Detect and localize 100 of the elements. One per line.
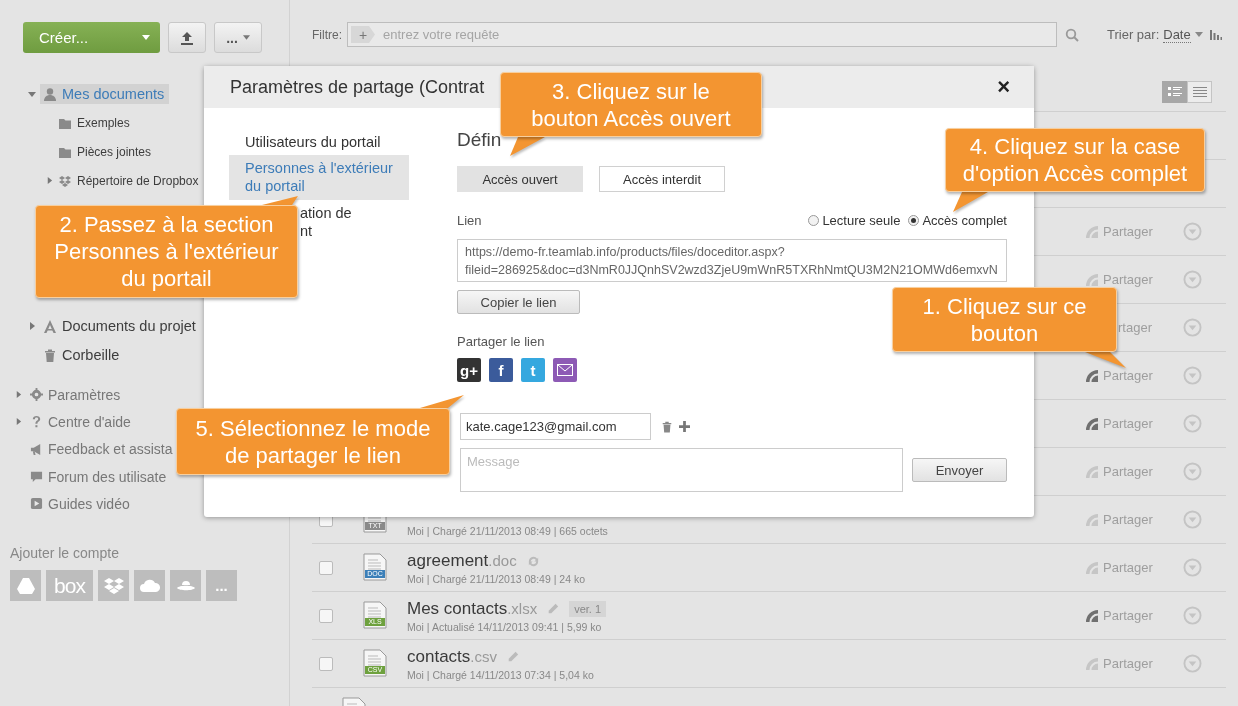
lines-icon	[1192, 87, 1207, 97]
copy-link-button[interactable]: Copier le lien	[457, 290, 580, 314]
account-button[interactable]	[170, 570, 201, 602]
caret-icon[interactable]	[46, 177, 53, 184]
pencil-icon[interactable]	[547, 603, 560, 615]
share-button[interactable]: Partager	[1085, 224, 1153, 239]
dropdown-icon[interactable]	[1183, 366, 1202, 385]
plus-icon[interactable]	[679, 421, 690, 432]
dropdown-icon[interactable]	[1183, 510, 1202, 529]
social-share-button[interactable]: g+	[457, 358, 481, 382]
social-share-button[interactable]: f	[489, 358, 513, 382]
pencil-icon[interactable]	[507, 651, 519, 663]
share-icon	[1085, 368, 1099, 383]
radio-button[interactable]	[808, 214, 820, 226]
menu-item[interactable]: Feedback et assista	[30, 441, 173, 458]
callout-tooltip: 1. Cliquez sur ce bouton	[892, 287, 1117, 352]
sort-label: Trier par:	[1107, 27, 1160, 42]
file-meta: Moi | Chargé 21/11/2013 08:49 | 24 ko	[407, 573, 586, 585]
checkbox[interactable]	[319, 609, 333, 623]
share-button[interactable]: Partager	[1085, 608, 1153, 623]
tree-item[interactable]: Mes documents	[40, 83, 170, 104]
search-icon[interactable]	[1065, 27, 1079, 42]
file-meta: Moi | Chargé 14/11/2013 07:34 | 5,04 ko	[407, 669, 594, 681]
tree-item[interactable]: Exemples	[58, 113, 135, 132]
caret-icon[interactable]	[28, 89, 36, 98]
caret-icon[interactable]	[1194, 32, 1203, 37]
radio-label[interactable]: Lecture seule	[822, 212, 901, 228]
message-field[interactable]: Message	[460, 448, 903, 492]
file-name[interactable]: agreement.doc	[407, 551, 517, 571]
social-share-button[interactable]	[553, 358, 577, 382]
file-name[interactable]: Mes contacts.xlsx	[407, 599, 538, 619]
share-icon	[1085, 416, 1099, 431]
version-badge[interactable]: ver. 1	[569, 601, 607, 617]
share-button[interactable]: Partager	[1085, 464, 1153, 479]
close-button[interactable]: ×	[997, 74, 1010, 100]
more-button[interactable]: ...	[214, 22, 262, 53]
upload-button[interactable]	[168, 22, 206, 53]
share-button[interactable]: Partager	[1085, 272, 1153, 287]
account-button[interactable]: box	[46, 570, 93, 602]
access-button[interactable]: Accès interdit	[599, 166, 725, 192]
add-filter-button[interactable]: +	[351, 26, 375, 43]
filter-field[interactable]: + entrez votre requête	[347, 22, 1057, 47]
sort-order-icon[interactable]	[1209, 29, 1222, 40]
dialog-nav-item[interactable]: Utilisateurs du portail	[229, 129, 409, 155]
dialog-nav-item[interactable]: Personnes à l'extérieur du portail	[229, 155, 409, 200]
share-button[interactable]: Partager	[1085, 560, 1153, 575]
access-button[interactable]: Accès ouvert	[457, 166, 583, 192]
link-field[interactable]: https://demo-fr.teamlab.info/products/files/doceditor.aspx? fileid=286925&doc=d3NmR0JJQnhSV2wzd3ZjeU9mWnR5TXRhNmtQU3M2N21OMWd6emxvN	[457, 239, 1007, 282]
share-button[interactable]: Partager	[1085, 656, 1153, 671]
email-field[interactable]: kate.cage123@gmail.com	[460, 413, 651, 440]
tree-item[interactable]: Documents du projet	[40, 315, 201, 336]
account-button[interactable]	[134, 570, 165, 602]
checkbox[interactable]	[319, 657, 333, 671]
dropdown-icon[interactable]	[1183, 606, 1202, 625]
share-button[interactable]: Partager	[1085, 368, 1153, 383]
account-button[interactable]	[98, 570, 129, 602]
dropdown-icon[interactable]	[1183, 414, 1202, 433]
callout-pointer	[953, 192, 988, 212]
help-icon	[30, 415, 43, 429]
dropdown-icon[interactable]	[1183, 270, 1202, 289]
boxes-icon	[58, 173, 72, 188]
dropdown-icon[interactable]	[1183, 558, 1202, 577]
filter-label: Filtre:	[312, 27, 343, 42]
tree-item[interactable]: Corbeille	[40, 344, 125, 365]
menu-item[interactable]: Forum des utilisate	[30, 468, 167, 485]
account-button[interactable]	[10, 570, 41, 602]
sort-dropdown[interactable]: Date	[1163, 26, 1191, 43]
share-icon	[1085, 512, 1099, 527]
menu-item[interactable]: Paramètres	[30, 386, 121, 403]
caret-icon[interactable]	[28, 321, 36, 330]
caret-icon[interactable]	[15, 391, 22, 399]
caret-icon[interactable]	[15, 418, 22, 426]
create-button[interactable]: Créer...	[23, 22, 160, 53]
speech-bubble-icon	[30, 470, 43, 484]
boxes-icon	[103, 576, 124, 596]
upload-icon	[180, 30, 194, 45]
dropdown-icon[interactable]	[1183, 462, 1202, 481]
dropdown-icon[interactable]	[1183, 654, 1202, 673]
share-button[interactable]: rtager	[1118, 320, 1152, 335]
radio-label[interactable]: Accès complet	[922, 212, 1007, 228]
person-icon	[43, 86, 57, 101]
dropdown-icon[interactable]	[1183, 318, 1202, 337]
dropdown-icon[interactable]	[1183, 222, 1202, 241]
send-button[interactable]: Envoyer	[912, 458, 1007, 482]
file-name[interactable]: contacts.csv	[407, 647, 497, 667]
menu-item[interactable]: Centre d'aide	[30, 413, 131, 430]
menu-item[interactable]: Guides vidéo	[30, 495, 130, 512]
account-button[interactable]: ...	[206, 570, 237, 602]
share-icon	[1085, 560, 1099, 575]
tree-item[interactable]: Répertoire de Dropbox	[58, 171, 204, 190]
trash-icon[interactable]	[661, 420, 673, 433]
list-view-button[interactable]	[1162, 81, 1187, 103]
caret-icon	[242, 35, 250, 40]
checkbox[interactable]	[319, 561, 333, 575]
social-share-button[interactable]: t	[521, 358, 545, 382]
share-button[interactable]: Partager	[1085, 512, 1153, 527]
tree-item[interactable]: Pièces jointes	[58, 142, 157, 161]
share-button[interactable]: Partager	[1085, 416, 1153, 431]
radio-button[interactable]	[908, 214, 920, 226]
compact-view-button[interactable]	[1187, 81, 1212, 103]
